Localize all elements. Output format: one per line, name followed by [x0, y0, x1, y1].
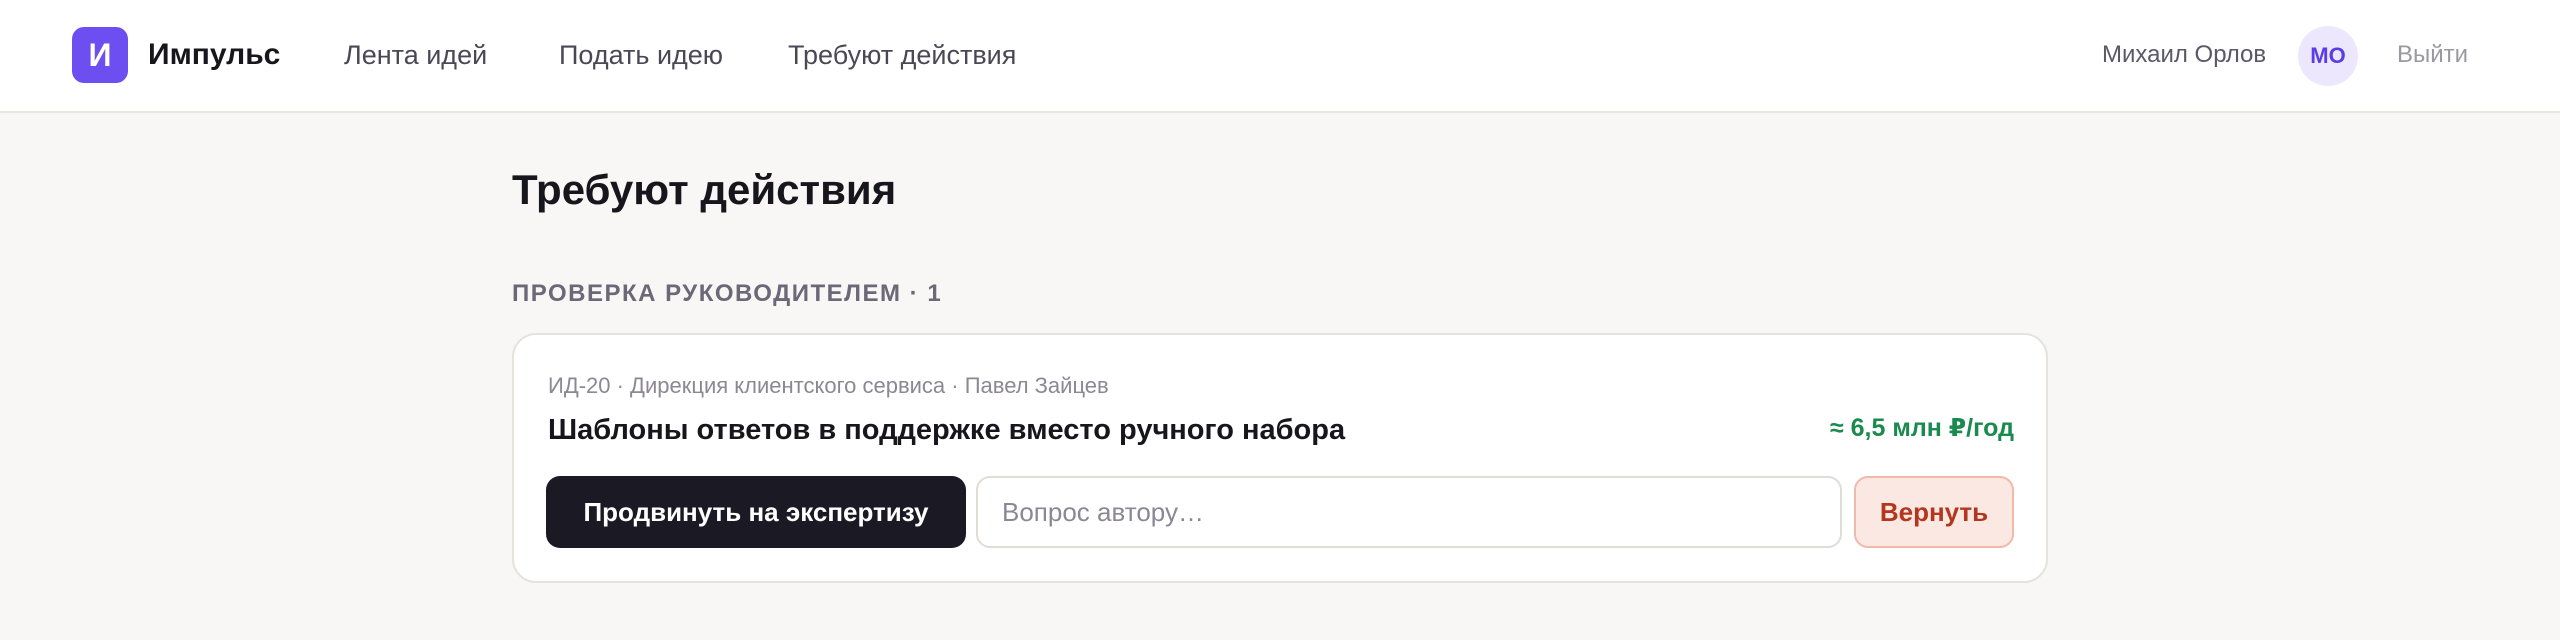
idea-card: ИД-20 · Дирекция клиентского сервиса · П… — [512, 333, 2048, 583]
logo-letter: И — [88, 36, 112, 73]
page-title: Требуют действия — [512, 166, 897, 213]
nav-link-action-required[interactable]: Требуют действия — [788, 40, 1016, 71]
top-navigation-bar: И Импульс Лента идей Подать идею Требуют… — [0, 0, 2560, 113]
nav-link-ideas-feed[interactable]: Лента идей — [344, 40, 487, 71]
avatar-initials: МО — [2310, 43, 2346, 68]
promote-to-expertise-button[interactable]: Продвинуть на экспертизу — [546, 476, 966, 548]
app-logo-icon[interactable]: И — [72, 27, 128, 83]
economic-effect-badge: ≈ 6,5 млн ₽/год — [1829, 414, 2014, 442]
avatar[interactable]: МО — [2298, 26, 2358, 86]
app-name[interactable]: Импульс — [148, 38, 280, 72]
idea-meta: ИД-20 · Дирекция клиентского сервиса · П… — [548, 373, 1109, 398]
return-button[interactable]: Вернуть — [1854, 476, 2014, 548]
section-label-manager-review: ПРОВЕРКА РУКОВОДИТЕЛЕМ · 1 — [512, 280, 943, 307]
user-name: Михаил Орлов — [2102, 41, 2267, 68]
logout-link[interactable]: Выйти — [2397, 41, 2468, 69]
idea-title[interactable]: Шаблоны ответов в поддержке вместо ручно… — [548, 414, 1345, 447]
nav-link-submit-idea[interactable]: Подать идею — [559, 40, 723, 71]
question-to-author-input[interactable] — [976, 476, 1842, 548]
